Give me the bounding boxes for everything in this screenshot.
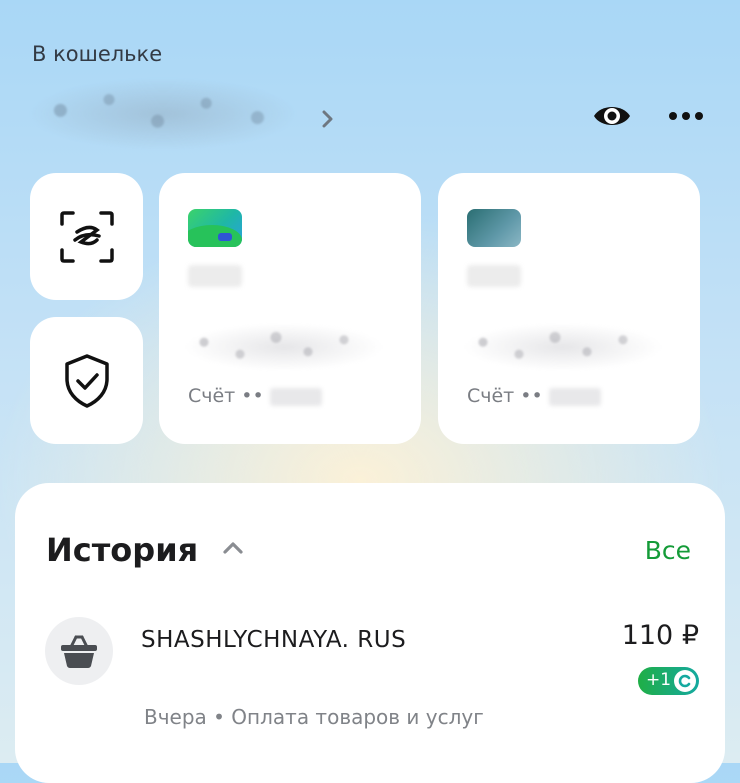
card-name-hidden: [467, 265, 521, 287]
card-tile[interactable]: Счёт ••: [438, 173, 700, 444]
eye-icon[interactable]: [592, 100, 632, 132]
card-balance-hidden: [463, 323, 663, 371]
chevron-right-icon[interactable]: [316, 108, 338, 130]
history-all-link[interactable]: Все: [645, 536, 691, 565]
transaction-amount: 110 ₽: [621, 620, 699, 651]
qr-scan-tile[interactable]: [30, 173, 143, 300]
account-number: Счёт ••: [467, 385, 601, 407]
history-panel: История Все SHASHLYCHNAYA. RUS Вчера • О…: [15, 483, 725, 783]
card-tile[interactable]: Счёт ••: [159, 173, 421, 444]
account-number: Счёт ••: [188, 385, 322, 407]
shield-check-icon: [64, 353, 109, 408]
wallet-label: В кошельке: [32, 42, 163, 66]
bonus-value: +1: [646, 670, 672, 690]
history-title: История: [46, 531, 199, 569]
bonus-coin-icon: [674, 670, 696, 692]
chevron-up-icon[interactable]: [221, 539, 245, 557]
more-options-icon[interactable]: [668, 106, 704, 126]
transaction-merchant: SHASHLYCHNAYA. RUS: [141, 627, 407, 653]
security-tile[interactable]: [30, 317, 143, 444]
bonus-badge: +1: [638, 667, 699, 695]
card-name-hidden: [188, 265, 242, 287]
transaction-subtitle: Вчера • Оплата товаров и услуг: [144, 705, 484, 729]
shopping-basket-icon: [45, 617, 113, 685]
card-image: [188, 209, 242, 247]
qr-scan-icon: [59, 210, 114, 263]
balance-hidden[interactable]: [28, 78, 298, 150]
card-balance-hidden: [184, 323, 384, 371]
card-image: [467, 209, 521, 247]
